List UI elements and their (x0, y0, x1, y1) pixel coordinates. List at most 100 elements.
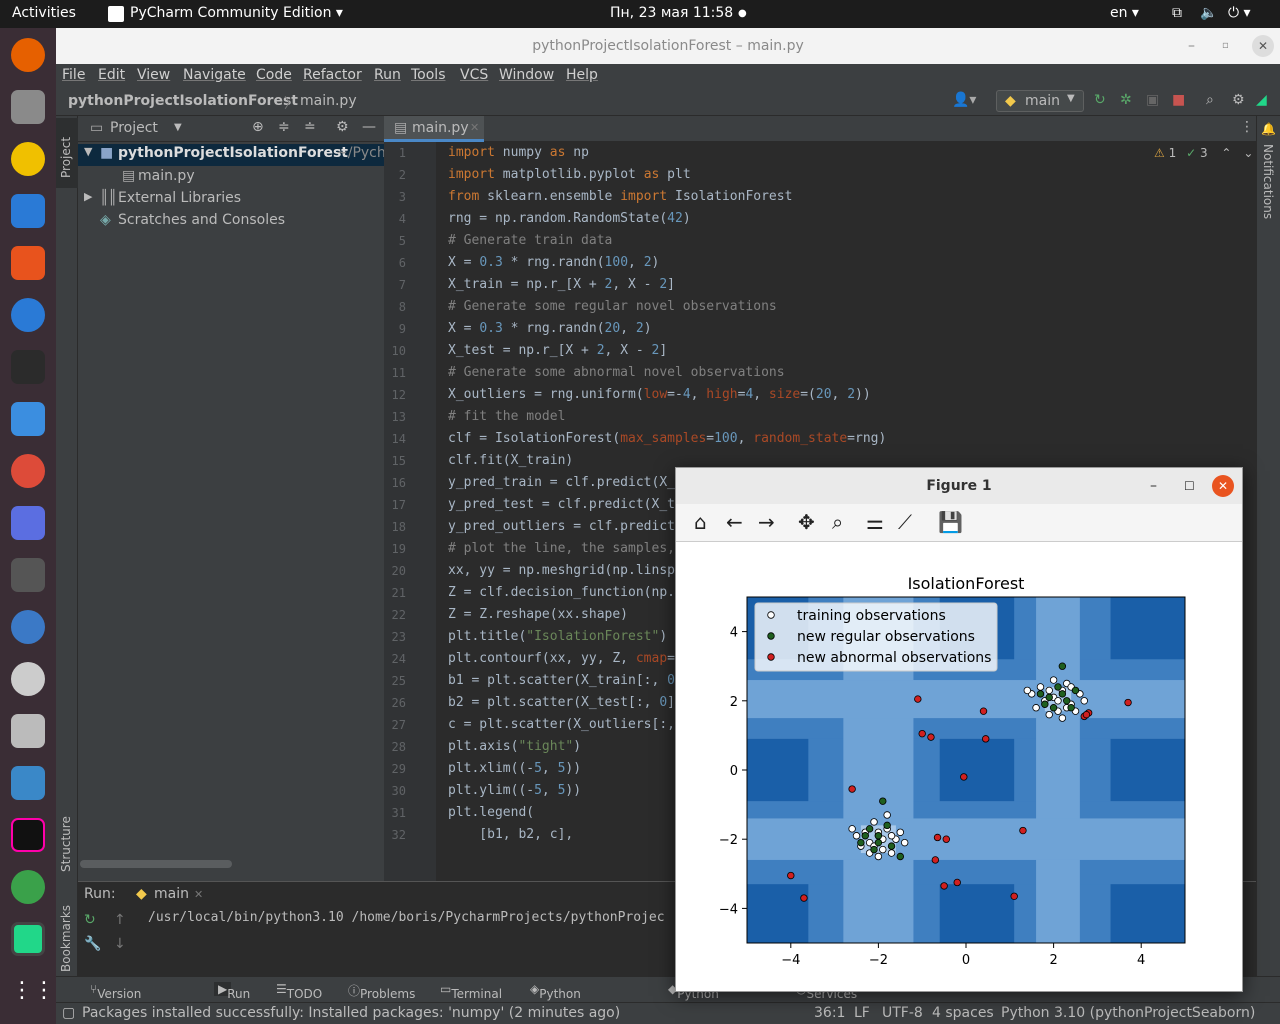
run-config-selector[interactable]: ◆ main ▼ (996, 90, 1084, 112)
code-line[interactable]: # Generate some abnormal novel observati… (448, 365, 785, 380)
rerun-icon[interactable]: ↻ (84, 912, 96, 928)
tab-main-py[interactable]: ▤ main.py ✕ (384, 116, 484, 142)
tool-terminal[interactable]: ▭ Terminal (440, 982, 502, 1001)
chrome-icon[interactable] (11, 454, 45, 488)
activities-button[interactable]: Activities (12, 5, 76, 21)
network-icon[interactable]: ⧉ (1172, 5, 1182, 21)
horizontal-scrollbar[interactable] (80, 860, 232, 868)
code-line[interactable]: plt.axis("tight") (448, 739, 581, 754)
intellij-icon[interactable] (11, 818, 45, 852)
chevron-up-icon[interactable]: ⌃ (1221, 146, 1231, 160)
code-line[interactable]: X_test = np.r_[X + 2, X - 2] (448, 343, 667, 358)
clock[interactable]: Пн, 23 мая 11:58 (610, 5, 733, 21)
code-line[interactable]: # fit the model (448, 409, 565, 424)
gear-icon[interactable]: ⚙ (1232, 92, 1245, 108)
menu-run[interactable]: Run (374, 67, 401, 83)
code-line[interactable]: # Generate some regular novel observatio… (448, 299, 777, 314)
forward-arrow-icon[interactable]: → (758, 510, 775, 534)
code-line[interactable]: X_train = np.r_[X + 2, X - 2] (448, 277, 675, 292)
code-line[interactable]: # Generate train data (448, 233, 612, 248)
terminal-icon[interactable] (11, 350, 45, 384)
bookmarks-tool-button[interactable]: Bookmarks (56, 892, 78, 976)
notifications-tool-button[interactable]: Notifications (1261, 144, 1275, 219)
tool-problems[interactable]: ⓘ Problems (348, 982, 415, 1001)
project-panel-title[interactable]: Project (110, 120, 158, 136)
menu-help[interactable]: Help (566, 67, 598, 83)
user-icon[interactable]: 👤▾ (952, 92, 976, 108)
disc-icon[interactable] (11, 662, 45, 696)
tree-scratches[interactable]: Scratches and Consoles (118, 212, 285, 228)
tree-file-main[interactable]: main.py (138, 168, 195, 184)
structure-tool-button[interactable]: Structure (56, 796, 78, 876)
more-tabs-icon[interactable]: ⋮ (1240, 119, 1254, 135)
maximize-icon[interactable]: ▫ (1222, 28, 1229, 64)
menu-view[interactable]: View (137, 67, 170, 83)
code-line[interactable]: plt.ylim((-5, 5)) (448, 783, 581, 798)
volume-icon[interactable]: 🔈 (1200, 5, 1217, 21)
menu-tools[interactable]: Tools (411, 67, 446, 83)
line-separator[interactable]: LF (854, 1005, 870, 1021)
jetbrains-icon[interactable]: ◢ (1256, 92, 1267, 108)
run-tab-main[interactable]: main (154, 886, 189, 902)
code-line[interactable]: X_outliers = rng.uniform(low=-4, high=4,… (448, 387, 871, 402)
zoom-icon[interactable]: ⌕ (832, 510, 843, 534)
maximize-icon[interactable]: ☐ (1184, 468, 1195, 504)
tool-run[interactable]: ▶ Run (214, 982, 250, 1001)
locate-icon[interactable]: ⊕ (252, 119, 264, 135)
tree-external-libraries[interactable]: External Libraries (118, 190, 241, 206)
menu-navigate[interactable]: Navigate (183, 67, 246, 83)
help-icon[interactable] (11, 298, 45, 332)
arrow-down-icon[interactable]: ↓ (114, 936, 126, 952)
pycharm-dock-icon[interactable] (11, 922, 45, 956)
language-selector[interactable]: en ▾ (1110, 5, 1139, 21)
edit-axis-icon[interactable]: ⟋ (898, 510, 912, 534)
inspection-widget[interactable]: ⚠ 1 ✓ 3 ⌃ ⌄ (1154, 146, 1253, 160)
tool-todo[interactable]: ☰ TODO (276, 982, 322, 1001)
chevron-down-icon[interactable]: ▼ (174, 122, 182, 133)
status-toggle-icon[interactable]: ▢ (62, 1005, 75, 1021)
code-line[interactable]: import numpy as np (448, 145, 589, 160)
breadcrumb-project[interactable]: pythonProjectIsolationForest (68, 93, 298, 109)
stop-icon[interactable]: ■ (1172, 92, 1185, 108)
menu-refactor[interactable]: Refactor (303, 67, 362, 83)
menu-window[interactable]: Window (499, 67, 554, 83)
maps-icon[interactable] (11, 870, 45, 904)
rerun-icon[interactable]: ↻ (1094, 92, 1106, 108)
system-monitor-icon[interactable] (11, 766, 45, 800)
menu-code[interactable]: Code (256, 67, 292, 83)
collapse-all-icon[interactable]: ≐ (304, 119, 316, 135)
wrench-icon[interactable]: 🔧 (84, 936, 101, 952)
code-line[interactable]: plt.xlim((-5, 5)) (448, 761, 581, 776)
tree-row-root[interactable]: ▼ ■ pythonProjectIsolationForest ~/Pych (78, 144, 386, 166)
power-icon[interactable]: ⏻ ▾ (1228, 5, 1251, 21)
menu-edit[interactable]: Edit (98, 67, 125, 83)
tool-version-control[interactable]: ⑂ Version Control (90, 982, 141, 1015)
save-icon[interactable]: 💾 (938, 510, 963, 534)
screenshot-icon[interactable] (11, 506, 45, 540)
text-editor-icon[interactable] (11, 402, 45, 436)
caret-position[interactable]: 36:1 (814, 1005, 845, 1021)
code-line[interactable]: clf.fit(X_train) (448, 453, 573, 468)
close-tab-icon[interactable]: ✕ (194, 888, 203, 901)
gear-icon[interactable]: ⚙ (336, 119, 349, 135)
minimize-icon[interactable]: – (1150, 468, 1157, 504)
configure-subplots-icon[interactable]: ⚌ (866, 510, 884, 534)
firefox-icon[interactable] (11, 38, 45, 72)
code-line[interactable]: Z = Z.reshape(xx.shape) (448, 607, 628, 622)
close-window-icon[interactable]: ✕ (1212, 475, 1234, 497)
code-line[interactable]: import matplotlib.pyplot as plt (448, 167, 691, 182)
qbittorrent-icon[interactable] (11, 610, 45, 644)
menu-vcs[interactable]: VCS (460, 67, 488, 83)
expand-all-icon[interactable]: ≑ (278, 119, 290, 135)
database-icon[interactable] (11, 714, 45, 748)
code-line[interactable]: plt.legend( (448, 805, 534, 820)
app-menu[interactable]: PyCharm Community Edition ▾ (130, 5, 343, 21)
files-icon[interactable] (11, 90, 45, 124)
rhythmbox-icon[interactable] (11, 142, 45, 176)
close-window-icon[interactable]: ✕ (1252, 35, 1274, 57)
code-line[interactable]: plt.title("IsolationForest") (448, 629, 667, 644)
hide-panel-icon[interactable]: — (362, 119, 376, 135)
code-line[interactable]: from sklearn.ensemble import IsolationFo… (448, 189, 792, 204)
tool-python-packages[interactable]: ◈ Python Packages (530, 982, 595, 1015)
code-line[interactable]: X = 0.3 * rng.randn(100, 2) (448, 255, 659, 270)
